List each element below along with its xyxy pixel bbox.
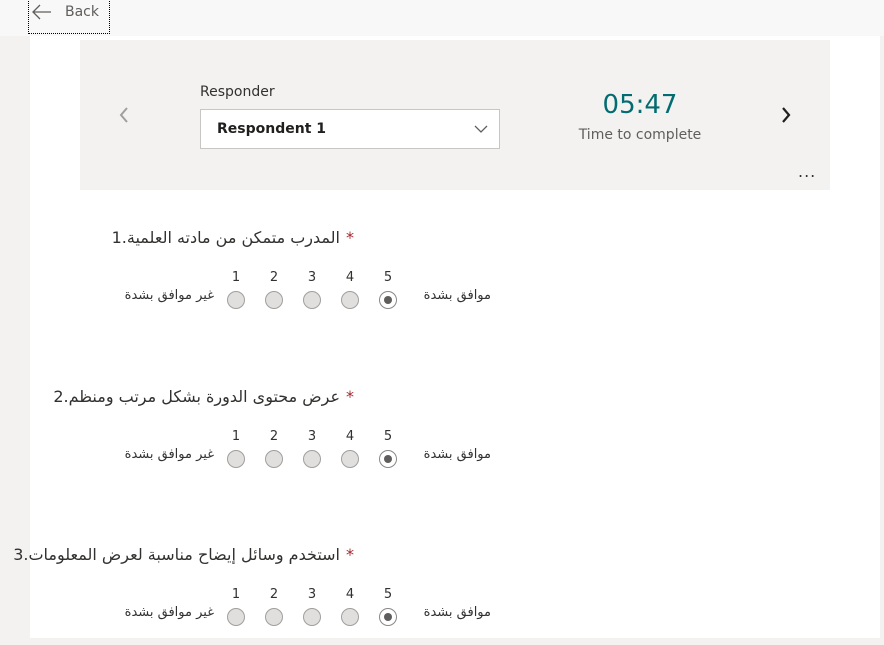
scale-high-label: موافق بشدة <box>423 288 491 303</box>
scale-number: 2 <box>269 429 279 444</box>
scale-number: 3 <box>307 270 317 285</box>
question-number: 2. <box>53 387 69 406</box>
scale-high-label: موافق بشدة <box>423 605 491 620</box>
rating-radio-3[interactable] <box>303 450 321 468</box>
rating-radio-4[interactable] <box>341 608 359 626</box>
time-to-complete-label: Time to complete <box>578 127 702 143</box>
question-text: استخدم وسائل إيضاح مناسبة لعرض المعلومات <box>28 545 340 564</box>
arrow-left-icon <box>32 4 51 20</box>
required-mark: * <box>346 545 354 564</box>
rating-radio-5[interactable] <box>379 608 397 626</box>
more-options-button[interactable]: ... <box>798 162 816 181</box>
back-label: Back <box>65 4 99 20</box>
rating-radio-1[interactable] <box>227 450 245 468</box>
question-title: * استخدم وسائل إيضاح مناسبة لعرض المعلوما… <box>13 545 354 564</box>
question-2: * عرض محتوى الدورة بشكل مرتب ومنظم2. 1 2 3 4 5… <box>0 387 884 487</box>
top-bar: Back <box>0 0 884 36</box>
chevron-down-icon <box>474 125 488 133</box>
scale-high-label: موافق بشدة <box>423 447 491 462</box>
scale-number: 1 <box>231 270 241 285</box>
responder-label: Responder <box>200 84 275 100</box>
scale-low-label: غير موافق بشدة <box>124 605 214 620</box>
scale-number: 2 <box>269 587 279 602</box>
next-respondent-button[interactable] <box>778 104 794 126</box>
required-mark: * <box>346 228 354 247</box>
rating-radio-4[interactable] <box>341 450 359 468</box>
scale-number: 1 <box>231 587 241 602</box>
scale-number: 5 <box>383 429 393 444</box>
question-number: 1. <box>111 228 127 247</box>
rating-radio-2[interactable] <box>265 450 283 468</box>
time-to-complete-value: 05:47 <box>602 90 678 120</box>
question-title: * المدرب متمكن من مادته العلمية1. <box>112 228 354 247</box>
rating-radio-5[interactable] <box>379 291 397 309</box>
chevron-left-icon <box>119 107 128 123</box>
chevron-right-icon <box>782 107 791 123</box>
rating-radio-5[interactable] <box>379 450 397 468</box>
rating-radio-2[interactable] <box>265 608 283 626</box>
question-3: * استخدم وسائل إيضاح مناسبة لعرض المعلوما… <box>0 545 884 645</box>
previous-respondent-button[interactable] <box>116 104 132 126</box>
responder-value: Respondent 1 <box>217 121 327 137</box>
scale-low-label: غير موافق بشدة <box>124 447 214 462</box>
scale-number: 1 <box>231 429 241 444</box>
rating-radio-3[interactable] <box>303 608 321 626</box>
scale-number: 4 <box>345 270 355 285</box>
question-number: 3. <box>13 545 29 564</box>
rating-radio-2[interactable] <box>265 291 283 309</box>
scale-number: 2 <box>269 270 279 285</box>
back-button[interactable]: Back <box>28 0 110 34</box>
rating-radio-1[interactable] <box>227 291 245 309</box>
scale-number: 5 <box>383 587 393 602</box>
required-mark: * <box>346 387 354 406</box>
scale-number: 4 <box>345 429 355 444</box>
question-text: عرض محتوى الدورة بشكل مرتب ومنظم <box>68 387 340 406</box>
scale-low-label: غير موافق بشدة <box>124 288 214 303</box>
responder-dropdown[interactable]: Respondent 1 <box>200 109 500 149</box>
rating-radio-4[interactable] <box>341 291 359 309</box>
scale-number: 3 <box>307 587 317 602</box>
question-title: * عرض محتوى الدورة بشكل مرتب ومنظم2. <box>53 387 354 406</box>
question-text: المدرب متمكن من مادته العلمية <box>126 228 340 247</box>
scale-number: 5 <box>383 270 393 285</box>
scale-number: 3 <box>307 429 317 444</box>
rating-radio-3[interactable] <box>303 291 321 309</box>
question-1: * المدرب متمكن من مادته العلمية1. 1 2 3 4 5 غير… <box>0 228 884 328</box>
rating-radio-1[interactable] <box>227 608 245 626</box>
scale-number: 4 <box>345 587 355 602</box>
